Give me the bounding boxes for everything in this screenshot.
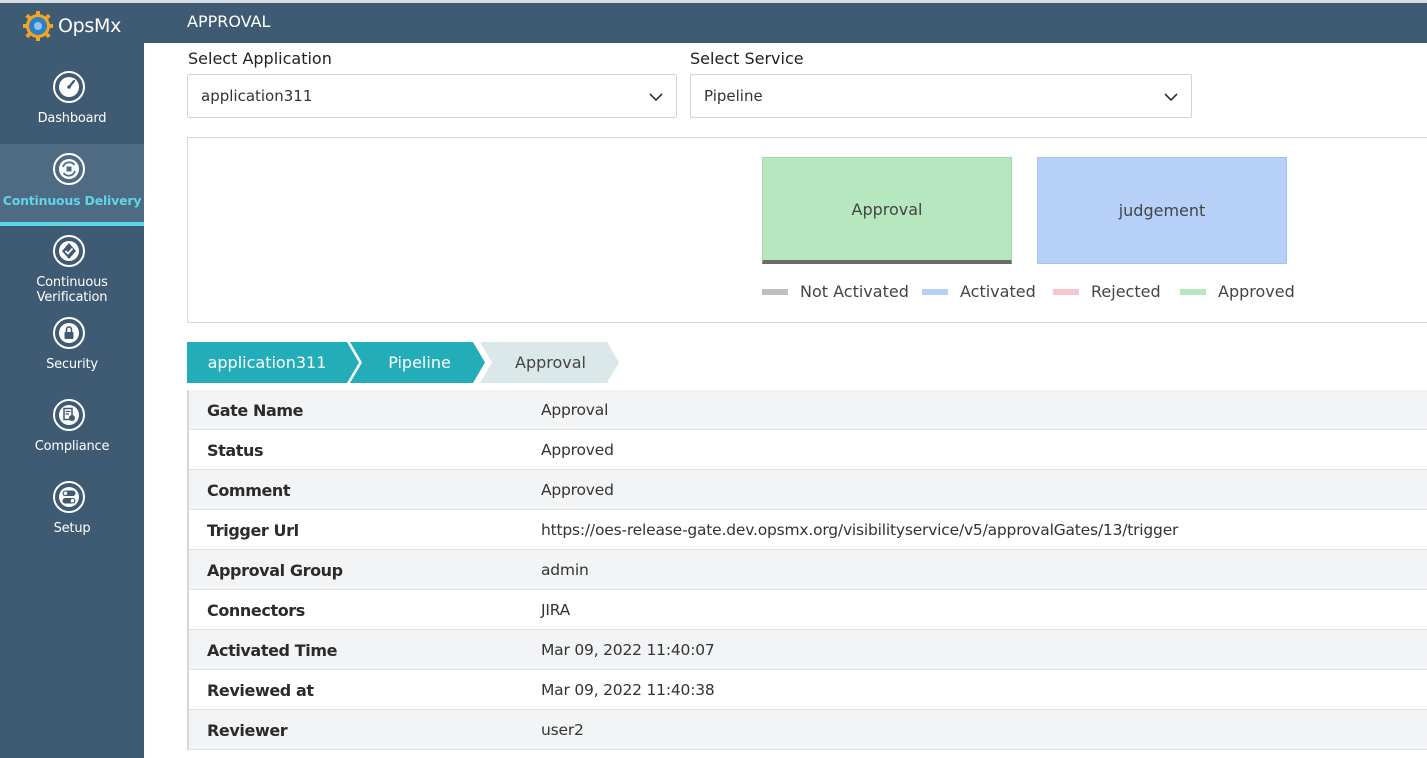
chevron-down-icon <box>1164 93 1178 102</box>
legend-label: Rejected <box>1091 282 1161 301</box>
legend-item-not-activated: Not Activated <box>762 282 909 301</box>
table-row: Reviewer user2 <box>189 710 1427 750</box>
logo[interactable]: OpsMx <box>22 10 121 42</box>
row-value: Approved <box>541 481 614 499</box>
application-select-label: Select Application <box>188 49 332 68</box>
legend-item-activated: Activated <box>922 282 1036 301</box>
sidebar-item-label: Continuous Verification <box>36 275 108 305</box>
legend-label: Approved <box>1218 282 1295 301</box>
row-key: Comment <box>207 481 291 500</box>
row-value: user2 <box>541 721 584 739</box>
row-key: Reviewer <box>207 721 288 740</box>
row-value: Mar 09, 2022 11:40:38 <box>541 681 715 699</box>
application-select-value: application311 <box>201 87 313 105</box>
row-key: Status <box>207 441 264 460</box>
compliance-icon <box>53 399 85 431</box>
table-row: Connectors JIRA <box>189 590 1427 630</box>
row-value: Approval <box>541 401 609 419</box>
sidebar-item-label: Dashboard <box>37 111 107 126</box>
row-key: Connectors <box>207 601 305 620</box>
legend-item-rejected: Rejected <box>1053 282 1161 301</box>
table-row: Comment Approved <box>189 470 1427 510</box>
table-row: Reviewed at Mar 09, 2022 11:40:38 <box>189 670 1427 710</box>
toggle-icon <box>53 481 85 513</box>
sidebar-item-continuous-verification[interactable]: Continuous Verification <box>0 226 144 308</box>
legend-label: Activated <box>960 282 1036 301</box>
gate-node-label: judgement <box>1118 201 1206 220</box>
row-key: Trigger Url <box>207 521 299 540</box>
legend-swatch <box>762 288 788 295</box>
application-select[interactable]: application311 <box>187 74 677 118</box>
row-value: Approved <box>541 441 614 459</box>
legend-item-approved: Approved <box>1180 282 1295 301</box>
sidebar-item-security[interactable]: Security <box>0 308 144 390</box>
sidebar-item-label: Continuous Delivery <box>2 193 142 208</box>
app-root: OpsMx Dashboard Continuous Delivery Cont… <box>0 0 1427 758</box>
sidebar-item-compliance[interactable]: Compliance <box>0 390 144 472</box>
gate-node-approval[interactable]: Approval <box>762 157 1012 264</box>
row-key: Gate Name <box>207 401 304 420</box>
sidebar-item-label: Security <box>46 357 98 372</box>
row-key: Activated Time <box>207 641 338 660</box>
page-title: APPROVAL <box>187 12 271 31</box>
gate-details-table: Gate Name Approval Status Approved Comme… <box>187 390 1427 750</box>
table-row: Status Approved <box>189 430 1427 470</box>
legend-swatch <box>1053 288 1079 295</box>
sidebar: OpsMx Dashboard Continuous Delivery Cont… <box>0 3 144 758</box>
sidebar-item-setup[interactable]: Setup <box>0 472 144 554</box>
sidebar-item-label: Setup <box>53 521 91 536</box>
gear-logo-icon <box>23 11 53 41</box>
legend-swatch <box>1180 288 1206 295</box>
service-select[interactable]: Pipeline <box>690 74 1192 118</box>
legend-label: Not Activated <box>800 282 909 301</box>
gate-node-judgement[interactable]: judgement <box>1037 157 1287 264</box>
table-row: Gate Name Approval <box>189 390 1427 430</box>
legend-swatch <box>922 288 948 295</box>
chevron-down-icon <box>649 93 663 102</box>
trigger-url-value: https://oes-release-gate.dev.opsmx.org/v… <box>541 521 1179 539</box>
table-row: Activated Time Mar 09, 2022 11:40:07 <box>189 630 1427 670</box>
page-header: APPROVAL <box>144 3 1427 43</box>
table-row: Approval Group admin <box>189 550 1427 590</box>
sidebar-item-continuous-delivery[interactable]: Continuous Delivery <box>0 144 144 226</box>
continuous-delivery-icon <box>53 153 85 185</box>
service-select-value: Pipeline <box>704 87 763 105</box>
row-value: Mar 09, 2022 11:40:07 <box>541 641 715 659</box>
gate-node-label: Approval <box>851 199 923 219</box>
row-value: admin <box>541 561 589 579</box>
gate-diagram-panel: Approval judgement Not Activated Activat… <box>187 137 1427 323</box>
breadcrumb-item-approval: Approval <box>515 353 586 372</box>
sidebar-item-label: Compliance <box>34 439 110 454</box>
dashboard-icon <box>53 71 85 103</box>
row-value: JIRA <box>541 601 571 619</box>
row-key: Approval Group <box>207 561 343 580</box>
lock-icon <box>53 317 85 349</box>
row-key: Reviewed at <box>207 681 314 700</box>
breadcrumb-item-pipeline[interactable]: Pipeline <box>357 342 482 383</box>
sidebar-item-dashboard[interactable]: Dashboard <box>0 62 144 144</box>
brand-name: OpsMx <box>58 15 122 37</box>
table-row: Trigger Url https://oes-release-gate.dev… <box>189 510 1427 550</box>
service-select-label: Select Service <box>690 49 804 68</box>
verification-icon <box>53 235 85 267</box>
breadcrumb-item-application[interactable]: application311 <box>187 342 347 383</box>
